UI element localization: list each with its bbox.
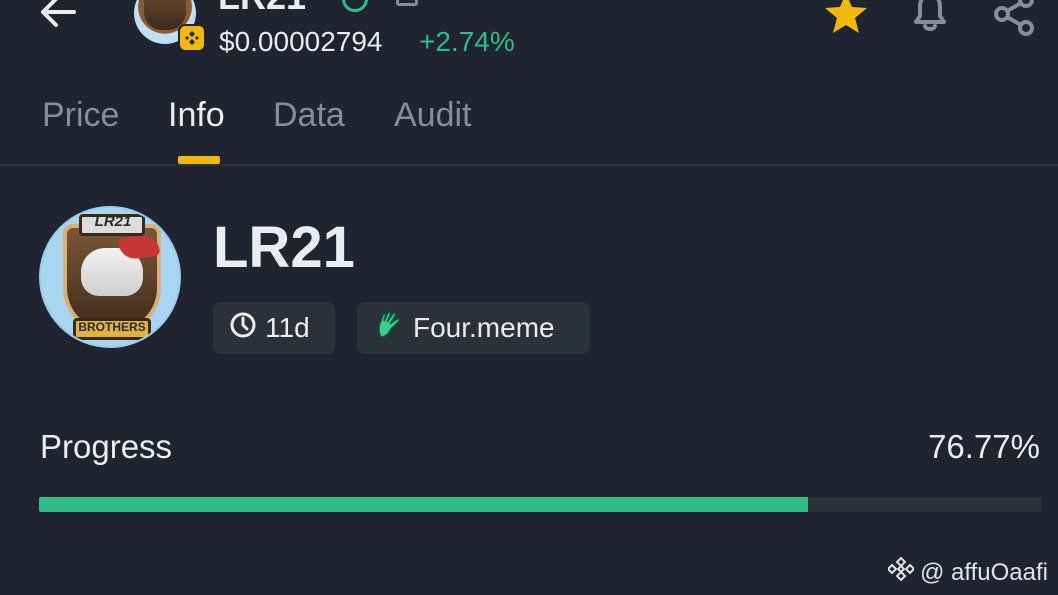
price-change: +2.74% xyxy=(419,26,515,57)
token-logo: LR21 BROTHERS xyxy=(39,206,181,348)
progress-bar xyxy=(39,497,1041,512)
tab-bar: Price Info Data Audit xyxy=(0,90,1058,166)
bell-icon[interactable] xyxy=(906,0,954,39)
header-ticker: LR21 xyxy=(218,0,306,18)
verified-icon xyxy=(342,0,368,12)
tab-price[interactable]: Price xyxy=(42,96,119,135)
share-icon[interactable] xyxy=(990,0,1038,43)
bnb-chain-icon xyxy=(178,24,206,52)
back-arrow-icon[interactable] xyxy=(36,0,80,36)
copy-icon[interactable] xyxy=(396,0,418,6)
token-price: $0.00002794 xyxy=(219,26,383,57)
star-icon[interactable] xyxy=(822,0,870,43)
tab-data[interactable]: Data xyxy=(273,96,345,135)
progress-label: Progress xyxy=(40,428,173,465)
active-tab-indicator xyxy=(178,156,220,164)
platform-name: Four.meme xyxy=(413,312,555,343)
progress-value: 76.77% xyxy=(928,428,1040,465)
token-info-screen: LR21 $0.00002794 +2.74% Price Info Data … xyxy=(0,0,1058,595)
binance-square-icon xyxy=(886,556,916,589)
watermark-text: @ affuOaafi xyxy=(920,558,1048,586)
logo-text-top: LR21 xyxy=(94,213,132,230)
token-name: LR21 xyxy=(213,215,355,280)
tab-audit[interactable]: Audit xyxy=(394,96,472,135)
logo-text-bottom: BROTHERS xyxy=(78,320,146,334)
token-age: 11d xyxy=(265,312,310,343)
tab-info[interactable]: Info xyxy=(168,96,225,135)
progress-bar-fill xyxy=(39,497,809,512)
platform-chip[interactable]: Four.meme xyxy=(357,302,590,354)
four-meme-hand-icon xyxy=(373,309,405,348)
clock-icon xyxy=(229,311,257,346)
token-age-chip: 11d xyxy=(213,302,335,354)
watermark: @ affuOaafi xyxy=(886,556,1048,589)
